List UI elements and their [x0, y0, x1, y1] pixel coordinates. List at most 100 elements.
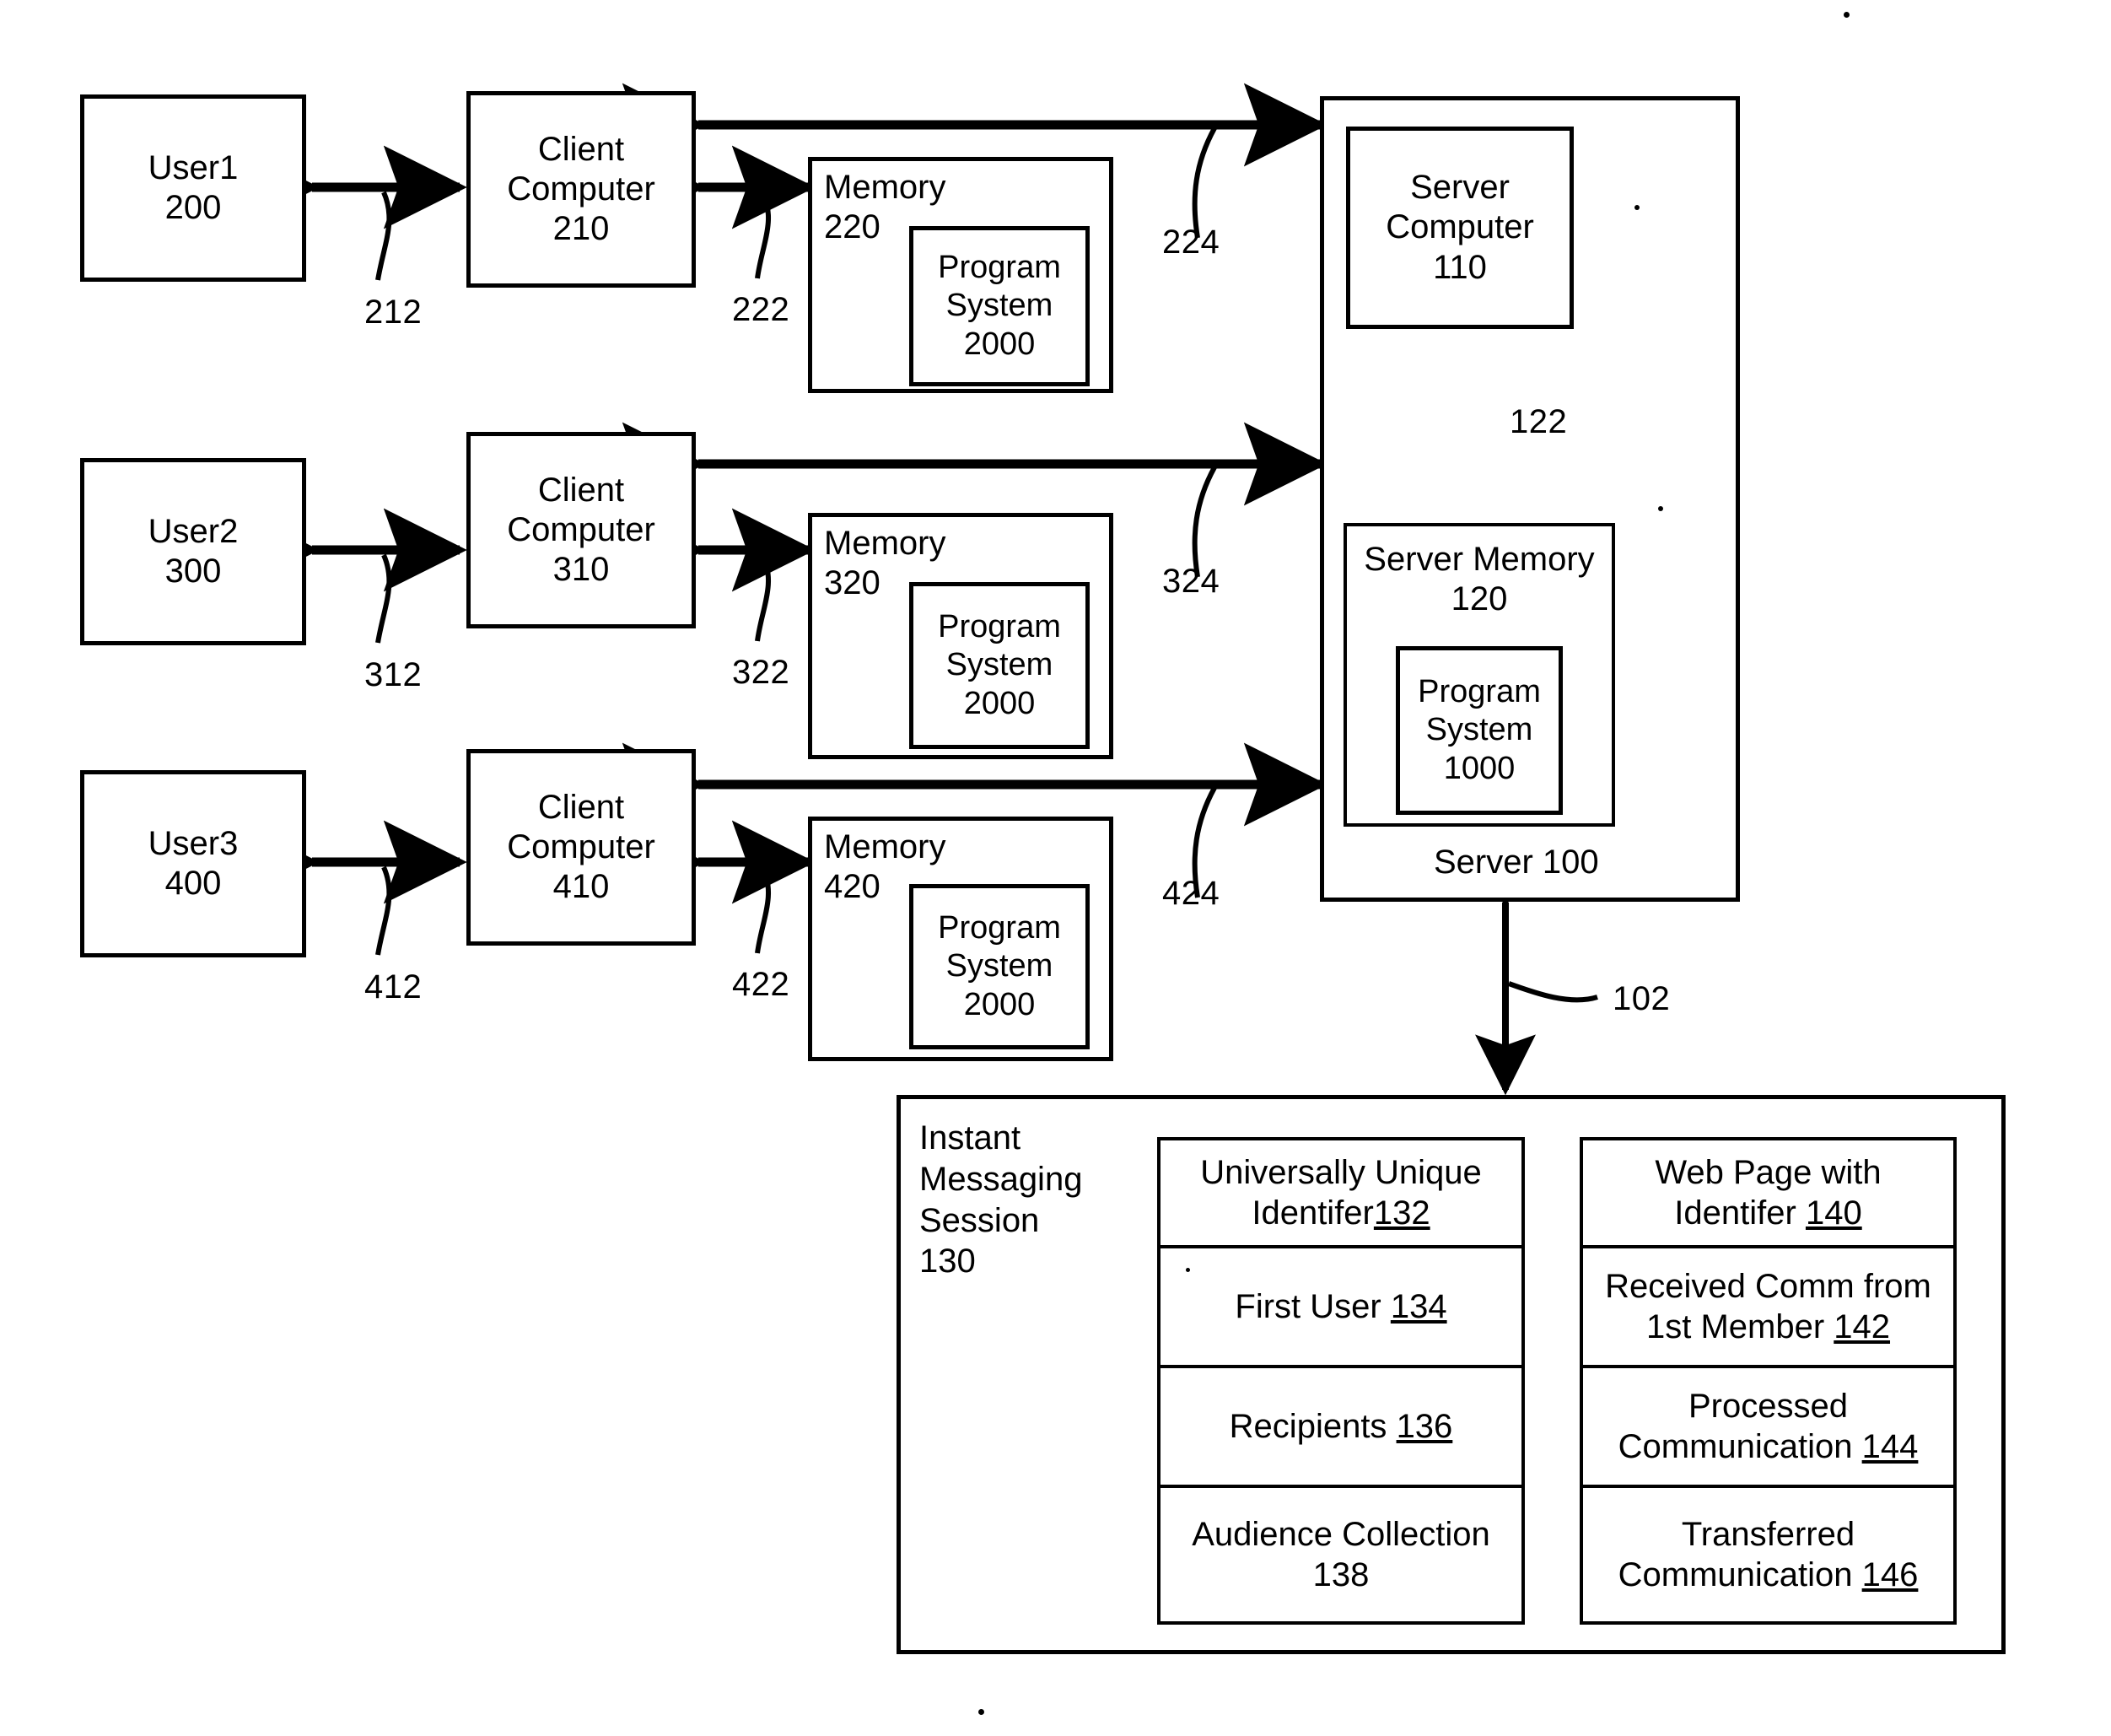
im-cell-transferred-comm: Transferred Communication 146	[1583, 1488, 1953, 1621]
ref-122: 122	[1510, 403, 1568, 440]
user1-number: 200	[164, 189, 222, 226]
im-cell-first-user: First User 134	[1161, 1248, 1521, 1369]
im-cell-processed-comm: Processed Communication 144	[1583, 1368, 1953, 1489]
received-comm-line2: 1st Member	[1645, 1308, 1825, 1346]
uuid-text-line1: Universally Unique	[1200, 1154, 1482, 1192]
program-system-1000-box: Program System 1000	[1396, 646, 1563, 815]
leader-312	[375, 553, 392, 644]
im-cell-audience-collection: Audience Collection 138	[1161, 1488, 1521, 1621]
server-computer-line2: Computer	[1386, 208, 1534, 246]
client2-number: 310	[552, 551, 610, 589]
im-cell-received-comm: Received Comm from 1st Member 142	[1583, 1248, 1953, 1369]
server-progsys-line1: Program	[1418, 673, 1541, 709]
processed-comm-number: 144	[1861, 1428, 1919, 1466]
progsys3-line1: Program	[938, 909, 1061, 946]
server-progsys-line2: System	[1425, 712, 1533, 748]
leader-224	[1192, 127, 1217, 239]
progsys2-number: 2000	[963, 685, 1036, 721]
user3-number: 400	[164, 865, 222, 902]
im-title-line2: Messaging	[919, 1160, 1083, 1198]
memory3-name: Memory	[824, 828, 946, 865]
ref-102: 102	[1613, 980, 1671, 1017]
webpage-text-line1: Web Page with	[1655, 1154, 1882, 1192]
server-computer-line1: Server	[1410, 169, 1510, 207]
received-comm-number: 142	[1834, 1308, 1891, 1346]
patent-figure: User1 200 Client Computer 210 Memory 220…	[0, 0, 2111, 1736]
progsys1-number: 2000	[963, 326, 1036, 362]
client2-line1: Client	[537, 471, 625, 509]
user3-name: User3	[148, 824, 239, 862]
im-title-line1: Instant	[919, 1119, 1021, 1156]
leader-212	[375, 191, 392, 281]
memory1-number: 220	[824, 208, 880, 246]
transferred-comm-line1: Transferred	[1681, 1516, 1855, 1554]
user1-box: User1 200	[80, 94, 306, 282]
scan-speck	[1634, 205, 1640, 210]
scan-speck	[978, 1709, 984, 1715]
client-computer-310-box: Client Computer 310	[466, 432, 696, 628]
client1-number: 210	[552, 210, 610, 248]
client3-number: 410	[552, 868, 610, 906]
server-memory-number: 120	[1451, 580, 1508, 618]
program-system-2000-box-1: Program System 2000	[909, 226, 1090, 386]
recipients-number: 136	[1396, 1408, 1453, 1446]
ref-312: 312	[364, 656, 423, 693]
ref-212: 212	[364, 294, 423, 331]
first-user-text: First User	[1235, 1288, 1381, 1326]
memory1-name: Memory	[824, 169, 946, 206]
ref-424: 424	[1162, 875, 1220, 912]
server-100-caption: Server 100	[1434, 844, 1599, 881]
client1-line1: Client	[537, 130, 625, 168]
leader-324	[1192, 466, 1217, 578]
progsys3-line2: System	[945, 948, 1053, 984]
progsys3-number: 2000	[963, 986, 1036, 1022]
client3-line1: Client	[537, 788, 625, 826]
ref-322: 322	[732, 654, 790, 691]
user2-name: User2	[148, 512, 239, 550]
client1-line2: Computer	[507, 170, 655, 208]
user3-box: User3 400	[80, 770, 306, 957]
recipients-text: Recipients	[1229, 1408, 1387, 1446]
server-memory-name: Server Memory	[1364, 541, 1595, 578]
leader-102	[1507, 981, 1598, 1003]
transferred-comm-line2: Communication	[1618, 1556, 1853, 1594]
memory3-number: 420	[824, 868, 880, 906]
im-title-line3: Session	[919, 1201, 1040, 1239]
program-system-2000-box-2: Program System 2000	[909, 582, 1090, 749]
user2-box: User2 300	[80, 458, 306, 645]
ref-222: 222	[732, 291, 790, 328]
transferred-comm-number: 146	[1861, 1556, 1919, 1594]
program-system-2000-box-3: Program System 2000	[909, 884, 1090, 1049]
user2-number: 300	[164, 553, 222, 590]
progsys1-line2: System	[945, 288, 1053, 324]
first-user-number: 134	[1390, 1288, 1447, 1326]
user1-name: User1	[148, 148, 239, 186]
progsys1-line1: Program	[938, 249, 1061, 285]
client2-line2: Computer	[507, 510, 655, 548]
processed-comm-line2: Communication	[1618, 1428, 1853, 1466]
ref-224: 224	[1162, 224, 1220, 261]
im-cell-recipients: Recipients 136	[1161, 1368, 1521, 1489]
uuid-text-line2: Identifer	[1252, 1194, 1374, 1232]
client-computer-210-box: Client Computer 210	[466, 91, 696, 288]
ref-412: 412	[364, 968, 423, 1005]
audience-text: Audience Collection	[1192, 1516, 1490, 1554]
server-computer-110-box: Server Computer 110	[1346, 127, 1574, 329]
ref-324: 324	[1162, 563, 1220, 600]
im-session-left-column: Universally Unique Identifer132 First Us…	[1157, 1137, 1525, 1625]
progsys2-line2: System	[945, 647, 1053, 683]
leader-222	[755, 192, 772, 279]
memory2-name: Memory	[824, 525, 946, 562]
scan-speck	[1844, 12, 1850, 18]
webpage-text-line2: Identifer	[1674, 1194, 1796, 1232]
webpage-number: 140	[1805, 1194, 1862, 1232]
im-cell-web-page: Web Page with Identifer 140	[1583, 1140, 1953, 1249]
im-cell-uuid: Universally Unique Identifer132	[1161, 1140, 1521, 1249]
scan-speck	[1186, 1268, 1190, 1272]
progsys2-line1: Program	[938, 608, 1061, 644]
client-computer-410-box: Client Computer 410	[466, 749, 696, 946]
server-computer-number: 110	[1433, 248, 1487, 286]
server-progsys-number: 1000	[1443, 750, 1516, 786]
client3-line2: Computer	[507, 828, 655, 865]
leader-412	[375, 865, 392, 956]
